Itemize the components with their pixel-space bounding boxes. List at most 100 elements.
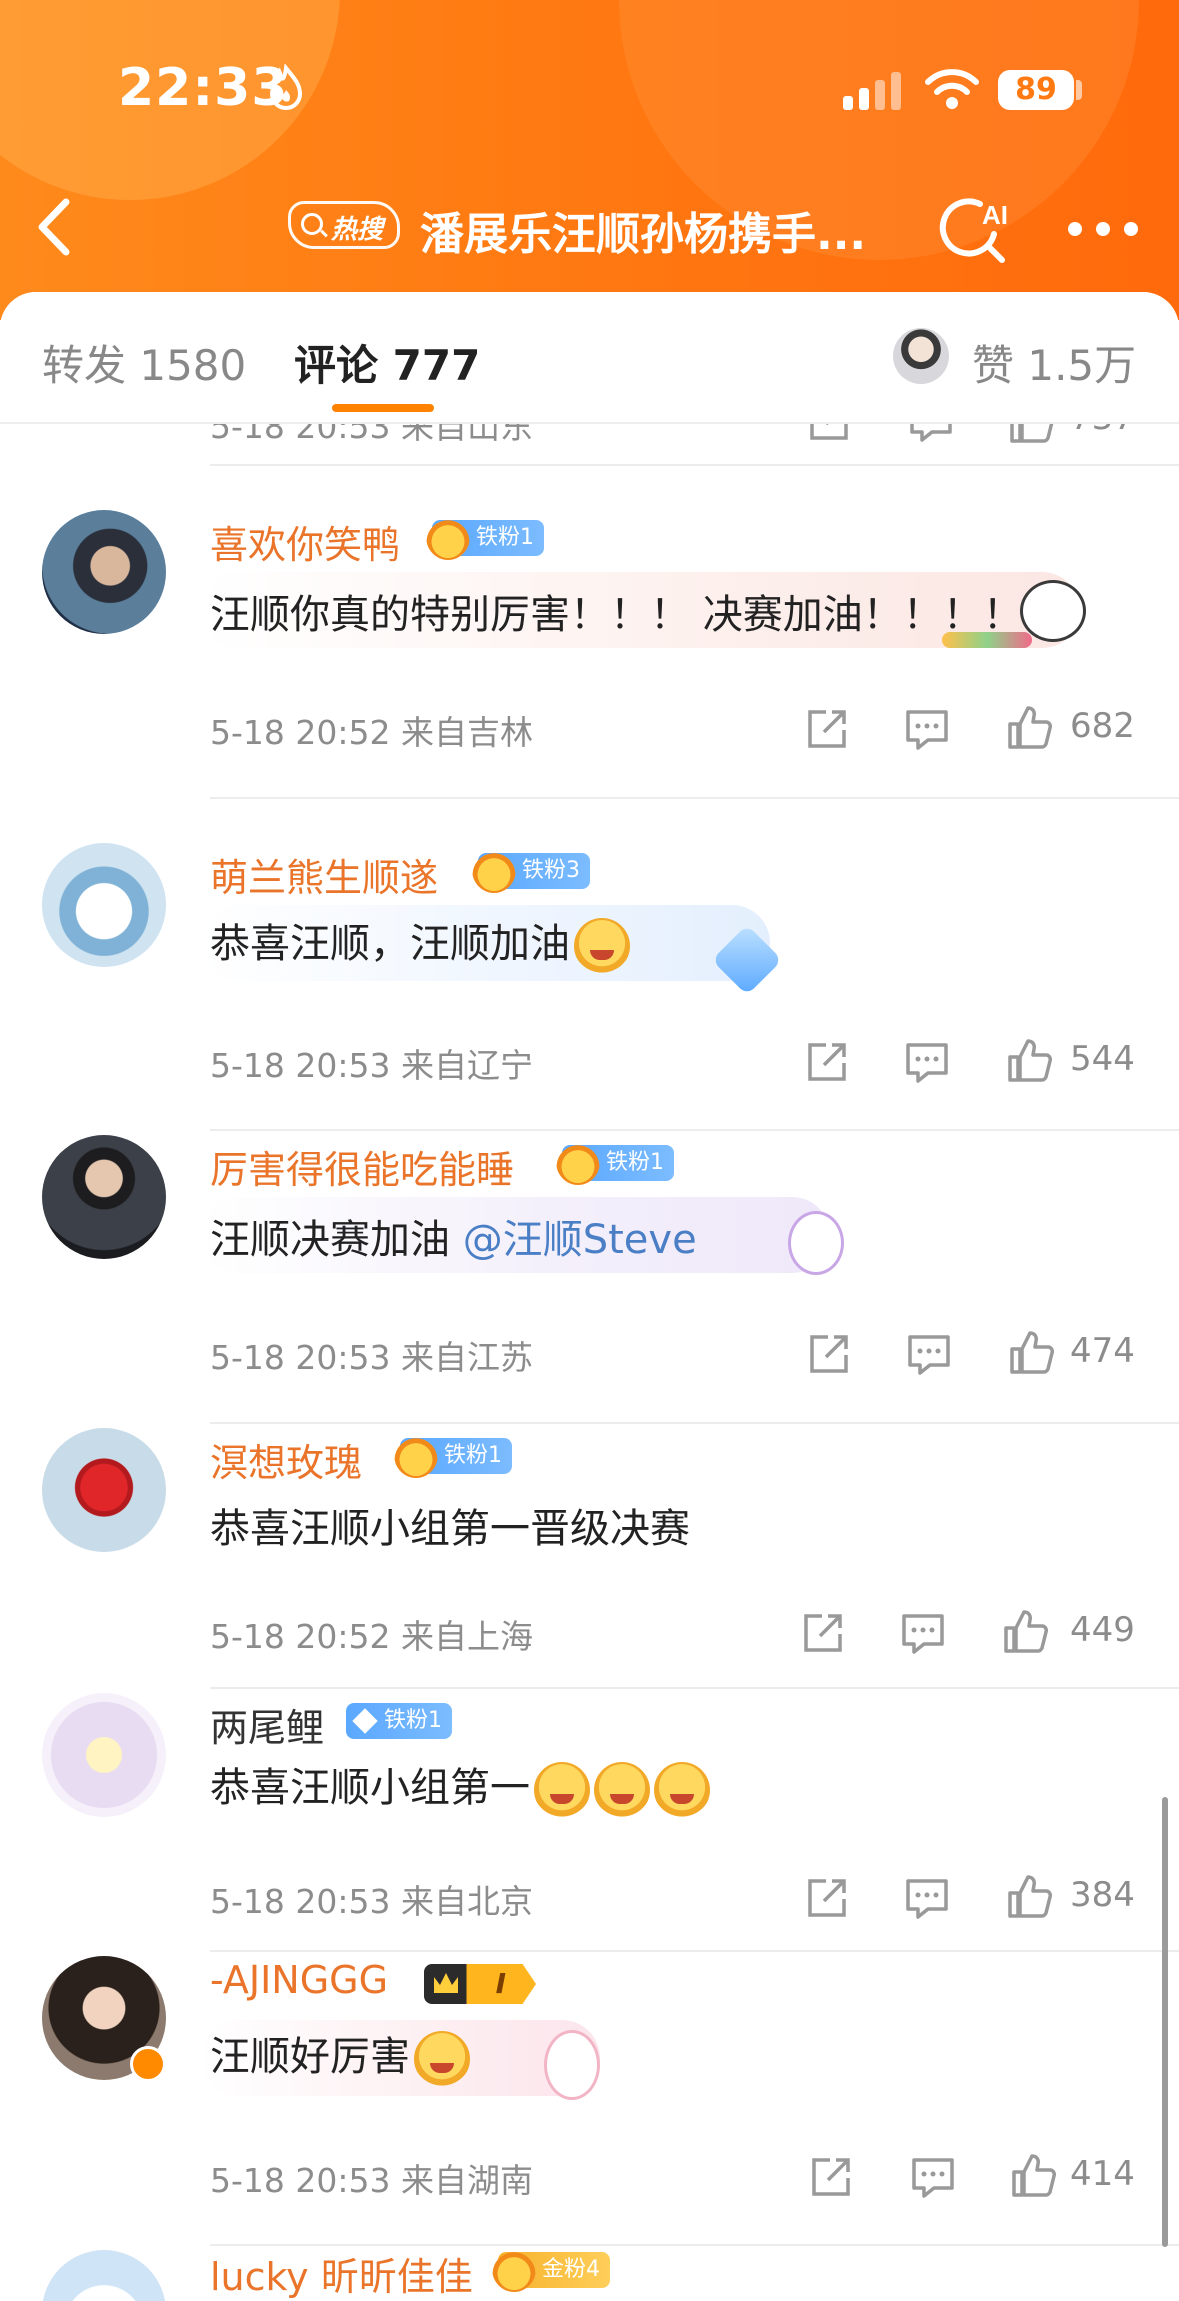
- comment-text: 恭喜汪顺，汪顺加油: [210, 911, 630, 974]
- svg-text:AI: AI: [982, 200, 1008, 230]
- fan-badge: 铁粉1: [426, 514, 544, 560]
- comment-icon[interactable]: [910, 2154, 956, 2200]
- badge-label: 铁粉1: [444, 1443, 502, 1468]
- thumbs-up-icon[interactable]: [1006, 1873, 1052, 1919]
- chevron-left-icon[interactable]: [30, 192, 80, 262]
- ai-search-icon[interactable]: AI: [936, 190, 1016, 270]
- avatar[interactable]: [42, 843, 166, 967]
- username[interactable]: 厉害得很能吃能睡: [210, 1139, 514, 1194]
- fan-badge: 铁粉3: [472, 847, 590, 893]
- diamond-icon: [352, 1708, 378, 1734]
- divider: [210, 1687, 1179, 1689]
- repost-icon[interactable]: [804, 1875, 850, 1921]
- flame-icon: [269, 64, 303, 110]
- thumbs-up-icon[interactable]: [1010, 2152, 1056, 2198]
- comment-icon[interactable]: [904, 1039, 950, 1085]
- flower-emoji-icon: [654, 1762, 710, 1818]
- username[interactable]: lucky 昕昕佳佳: [210, 2246, 473, 2301]
- divider: [210, 797, 1179, 799]
- sticker-decoration: [544, 2030, 600, 2100]
- signal-icon: [843, 72, 901, 110]
- comment-meta: 5-18 20:52 来自吉林: [210, 713, 533, 752]
- like-count: 449: [1070, 1610, 1135, 1650]
- page-title[interactable]: 潘展乐汪顺孙杨携手...: [420, 198, 866, 262]
- repost-icon[interactable]: [804, 1039, 850, 1085]
- crown-icon: [492, 2246, 536, 2292]
- comment-text: 汪顺你真的特别厉害！！！ 决赛加油！！！！: [210, 592, 1023, 638]
- thumbs-up-icon[interactable]: [1006, 1037, 1052, 1083]
- tab-likes[interactable]: 赞 1.5万: [972, 332, 1136, 393]
- fan-badge: 铁粉1: [394, 1432, 512, 1478]
- username[interactable]: 萌兰熊生顺遂: [210, 847, 438, 902]
- comment-icon[interactable]: [904, 1875, 950, 1921]
- avatar[interactable]: [42, 510, 166, 634]
- badge-label: 铁粉1: [476, 525, 534, 550]
- more-icon[interactable]: [1068, 218, 1138, 238]
- nav-bar: 热搜 潘展乐汪顺孙杨携手... AI: [0, 170, 1179, 280]
- thumbs-up-icon[interactable]: [1006, 704, 1052, 750]
- comment-meta: 5-18 20:53 来自辽宁: [210, 1046, 533, 1085]
- avatar[interactable]: [42, 1693, 166, 1817]
- avatar[interactable]: [893, 328, 949, 384]
- status-bar: 22:33 89: [0, 0, 1179, 170]
- like-count: 474: [1070, 1331, 1135, 1371]
- badge-label: 铁粉1: [606, 1150, 664, 1175]
- sticker-decoration: [1020, 580, 1086, 642]
- like-count: 414: [1070, 2154, 1135, 2194]
- crown-icon: [426, 514, 470, 560]
- divider: [210, 464, 1179, 466]
- flower-emoji-icon: [534, 1762, 590, 1818]
- comment-icon[interactable]: [906, 1331, 952, 1377]
- thumbs-up-icon[interactable]: [1002, 1608, 1048, 1654]
- comment-sheet: 转发 1580 评论 777 赞 1.5万 5-18 20:53 来自山东 73…: [0, 292, 1179, 2301]
- repost-icon[interactable]: [804, 706, 850, 752]
- search-hot-icon: [301, 213, 323, 235]
- thumbs-up-icon[interactable]: [1008, 1329, 1054, 1375]
- badge-label: 铁粉1: [384, 1708, 442, 1733]
- divider: [210, 1129, 1179, 1131]
- comment-text: 汪顺好厉害: [210, 2024, 470, 2087]
- crown-icon: [394, 1432, 438, 1478]
- username[interactable]: -AJINGGG: [210, 1958, 388, 2002]
- sticker-decoration: [788, 1211, 844, 1275]
- hot-search-badge[interactable]: 热搜: [288, 201, 400, 249]
- tab-forward[interactable]: 转发 1580: [42, 332, 246, 393]
- comment-meta: 5-18 20:53 来自北京: [210, 1882, 533, 1921]
- flower-emoji-icon: [414, 2031, 470, 2087]
- repost-icon[interactable]: [808, 2154, 854, 2200]
- username[interactable]: 两尾鲤: [210, 1697, 324, 1752]
- comment-meta: 5-18 20:53 来自湖南: [210, 2161, 533, 2200]
- battery-level: 89: [998, 70, 1074, 110]
- tab-comments[interactable]: 评论 777: [294, 332, 480, 393]
- avatar[interactable]: [42, 1428, 166, 1552]
- fan-badge: 铁粉1: [556, 1139, 674, 1185]
- username[interactable]: 喜欢你笑鸭: [210, 514, 400, 569]
- username[interactable]: 溟想玫瑰: [210, 1432, 362, 1487]
- like-count: 544: [1070, 1039, 1135, 1079]
- flower-emoji-icon: [594, 1762, 650, 1818]
- tab-indicator: [332, 404, 434, 412]
- badge-label: 金粉4: [542, 2257, 600, 2282]
- avatar[interactable]: [42, 2250, 166, 2301]
- fan-badge: 铁粉1: [346, 1703, 452, 1739]
- comment-icon[interactable]: [904, 706, 950, 752]
- repost-icon[interactable]: [806, 1331, 852, 1377]
- comment-meta: 5-18 20:52 来自上海: [210, 1617, 533, 1656]
- mention-link[interactable]: @汪顺Steve: [463, 1217, 697, 1263]
- battery-tip: [1076, 80, 1082, 100]
- avatar[interactable]: [42, 1135, 166, 1259]
- like-count: 384: [1070, 1875, 1135, 1915]
- repost-icon[interactable]: [800, 1610, 846, 1656]
- scrollbar[interactable]: [1162, 1797, 1168, 2247]
- comment-icon[interactable]: [900, 1610, 946, 1656]
- divider: [210, 1950, 1179, 1952]
- hot-search-label: 热搜: [331, 215, 384, 245]
- verified-badge-icon: [130, 2046, 166, 2082]
- comment-text: 恭喜汪顺小组第一: [210, 1755, 710, 1818]
- app-header: 22:33 89 热搜 潘展乐汪顺孙杨携手... AI: [0, 0, 1179, 320]
- comment-text: 汪顺决赛加油 @汪顺Steve: [210, 1217, 697, 1263]
- comment-meta: 5-18 20:53 来自江苏: [210, 1338, 533, 1377]
- like-count: 682: [1070, 706, 1135, 746]
- crown-icon: [472, 847, 516, 893]
- tab-bar: 转发 1580 评论 777 赞 1.5万: [0, 292, 1179, 424]
